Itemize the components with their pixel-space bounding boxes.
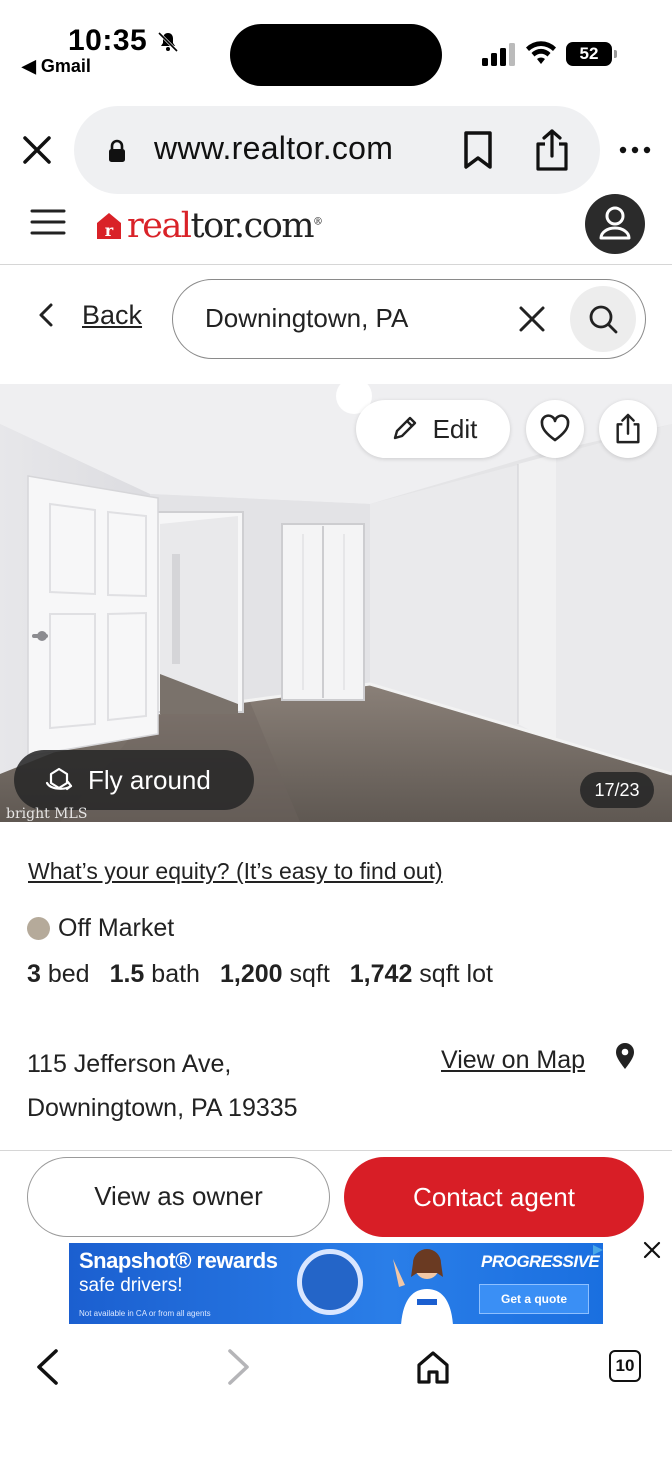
- equity-link[interactable]: What’s your equity? (It’s easy to find o…: [28, 858, 443, 885]
- action-bar-divider: [0, 1150, 672, 1151]
- bell-muted-icon: [157, 31, 179, 53]
- edit-button[interactable]: Edit: [356, 400, 510, 458]
- logo-text-red: real: [127, 206, 192, 246]
- realtor-logo[interactable]: r realtor.com®: [95, 204, 323, 248]
- header-divider: [0, 264, 672, 265]
- cellular-signal-icon: [482, 43, 515, 66]
- bookmark-icon[interactable]: [462, 130, 494, 170]
- rotate-3d-icon: [45, 767, 73, 791]
- house-logo-icon: r: [97, 213, 121, 240]
- battery-indicator: 52: [566, 42, 617, 66]
- lock-icon: [109, 139, 125, 162]
- heart-icon: [540, 414, 570, 442]
- ad-headline: Snapshot® rewards: [79, 1248, 278, 1273]
- address-line-2: Downingtown, PA 19335: [27, 1094, 298, 1122]
- clock: 10:35: [68, 24, 148, 57]
- logo-text-dark: tor.com: [190, 206, 315, 246]
- menu-icon[interactable]: [30, 208, 66, 236]
- view-on-map-link[interactable]: View on Map: [441, 1046, 585, 1075]
- browser-forward-icon[interactable]: [226, 1348, 252, 1386]
- steering-wheel-icon: [297, 1249, 363, 1315]
- back-to-app-link[interactable]: ◀ Gmail: [22, 56, 91, 77]
- close-ad-icon[interactable]: [642, 1240, 662, 1260]
- back-button[interactable]: Back: [36, 298, 142, 332]
- fly-around-button[interactable]: Fly around: [14, 750, 254, 810]
- view-as-owner-button[interactable]: View as owner: [27, 1157, 330, 1237]
- ad-fine-print: Not available in CA or from all agents: [79, 1309, 211, 1318]
- mls-watermark: bright MLS: [6, 806, 88, 822]
- sqft-fact: 1,200 sqft: [219, 960, 330, 988]
- user-icon: [599, 206, 631, 240]
- share-listing-button[interactable]: [599, 400, 657, 458]
- svg-text:r: r: [105, 221, 114, 240]
- lot-fact: 1,742 sqft lot: [349, 960, 493, 988]
- wifi-icon: [526, 41, 556, 64]
- property-address: 115 Jefferson Ave, Downingtown, PA 19335: [27, 1042, 298, 1130]
- search-icon: [589, 305, 618, 334]
- edit-label: Edit: [432, 413, 478, 444]
- property-facts: 3 bed 1.5 bath 1,200 sqft 1,742 sqft lot: [27, 960, 493, 989]
- address-line-1: 115 Jefferson Ave,: [27, 1050, 232, 1078]
- beds-fact: 3 bed: [27, 960, 90, 988]
- ad-brand: PROGRESSIVE: [481, 1252, 600, 1271]
- share-icon[interactable]: [533, 128, 571, 172]
- baths-fact: 1.5 bath: [109, 960, 200, 988]
- ad-get-quote-button[interactable]: Get a quote: [479, 1284, 589, 1314]
- favorite-button[interactable]: [526, 400, 584, 458]
- listing-status: Off Market: [27, 914, 174, 943]
- ad-banner[interactable]: Snapshot® rewards safe drivers! Not avai…: [69, 1243, 603, 1324]
- logo-registered-mark: ®: [313, 216, 323, 228]
- photo-counter: 17/23: [580, 772, 654, 808]
- clear-search-icon[interactable]: [518, 305, 546, 333]
- more-options-icon[interactable]: [618, 138, 652, 162]
- ad-subline: safe drivers!: [79, 1275, 183, 1296]
- back-label: Back: [82, 299, 143, 330]
- search-button[interactable]: [570, 286, 636, 352]
- close-icon[interactable]: [20, 133, 54, 167]
- map-pin-icon[interactable]: [614, 1042, 636, 1070]
- fly-around-label: Fly around: [88, 764, 211, 795]
- url-text[interactable]: www.realtor.com: [154, 130, 393, 167]
- ad-choices-icon[interactable]: [592, 1244, 604, 1256]
- status-text: Off Market: [58, 914, 175, 942]
- tabs-count-button[interactable]: 10: [609, 1350, 641, 1382]
- contact-agent-button[interactable]: Contact agent: [344, 1157, 644, 1237]
- dynamic-island: [230, 24, 442, 86]
- status-bar: 10:35 ◀ Gmail 52: [0, 0, 672, 100]
- search-query[interactable]: Downingtown, PA: [205, 303, 408, 334]
- home-icon[interactable]: [414, 1348, 452, 1386]
- chevron-left-icon: [39, 303, 53, 327]
- status-dot: [27, 917, 50, 940]
- ad-person-image: [393, 1249, 453, 1324]
- account-avatar[interactable]: [585, 194, 645, 254]
- pencil-icon: [393, 416, 416, 440]
- browser-back-icon[interactable]: [34, 1348, 60, 1386]
- share-icon: [616, 413, 640, 444]
